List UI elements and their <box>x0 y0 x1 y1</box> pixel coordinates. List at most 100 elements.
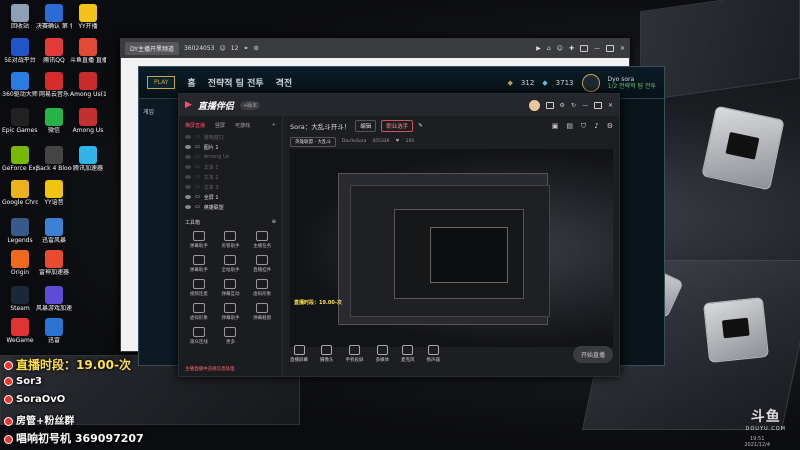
maximize-icon[interactable] <box>605 45 614 52</box>
desktop-icon[interactable]: Google Chrome <box>2 180 38 206</box>
desktop-icon[interactable]: 网易云音乐 <box>36 72 72 98</box>
browser-tab[interactable]: DY主播开黑频道 <box>125 42 179 55</box>
source-add-button[interactable]: 多媒体 <box>376 345 389 363</box>
source-add-button[interactable]: 扬声器 <box>427 345 440 363</box>
desktop-icon[interactable]: 迅雷风暴 <box>36 218 72 244</box>
desktop-icon[interactable]: GeForce Experience <box>2 146 38 172</box>
zb-footer-note[interactable]: 主播直播中违规信息处理 <box>185 366 235 372</box>
source-item[interactable]: ▭ 全屏 1 <box>179 192 282 202</box>
toolbox-item[interactable]: 视频连麦 <box>183 279 215 297</box>
desktop-icon[interactable]: 微信 <box>36 108 72 134</box>
source-item[interactable]: ▭ 文本 1 <box>179 162 282 172</box>
gear-icon[interactable]: ⚙ <box>560 102 565 109</box>
system-clock[interactable]: 19:51 2021/12/4 <box>744 436 770 448</box>
desktop-icon[interactable]: 雷神加速器 <box>36 250 72 276</box>
source-item[interactable]: ▭ 图片 1 <box>179 142 282 152</box>
toolbox-item[interactable]: 更多 <box>215 327 247 345</box>
desktop-icon[interactable]: 回收站 <box>2 4 38 30</box>
stream-preview[interactable]: 直播时段：19.00-次 <box>290 149 613 347</box>
minimize-icon[interactable]: — <box>582 102 588 109</box>
desktop-icon[interactable]: 决赛确认 第 色们要的等 <box>36 4 72 30</box>
toolbox-item[interactable]: 虚拟形象 <box>183 303 215 321</box>
play-icon[interactable]: ▶ <box>536 45 541 52</box>
avatar[interactable] <box>581 73 600 92</box>
pencil-icon[interactable]: ✎ <box>418 123 423 129</box>
minimize-icon[interactable]: — <box>594 45 600 52</box>
shield-icon[interactable]: ⛉ <box>581 122 586 131</box>
avatar[interactable] <box>528 99 540 111</box>
source-add-button[interactable]: 摄像头 <box>320 345 334 363</box>
eye-icon[interactable] <box>185 145 191 149</box>
source-item[interactable]: ▭ 英雄联盟 <box>179 202 282 212</box>
settings-icon[interactable]: ⚙ <box>607 122 613 131</box>
category-tag[interactable]: 英雄联盟 - 大乱斗 <box>290 136 336 147</box>
gift-icon[interactable]: ▣ <box>552 122 559 131</box>
source-item[interactable]: ▭ 文本 3 <box>179 182 282 192</box>
desktop-icon[interactable]: 腾讯加速器 <box>70 146 106 172</box>
desktop-icon[interactable]: Back 4 Blood Beta <box>36 146 72 172</box>
eye-icon[interactable] <box>185 175 191 179</box>
tab-landscape[interactable]: 横屏直播 <box>185 122 205 129</box>
toolbox-item[interactable]: 弹幕助手 <box>183 255 215 273</box>
source-add-button[interactable]: 手机投屏 <box>346 345 364 363</box>
gamepad-icon[interactable]: ✚ <box>569 45 574 52</box>
toolbox-item[interactable]: 全站助手 <box>215 255 247 273</box>
toolbox-item[interactable]: 观众连线 <box>183 327 215 345</box>
source-item[interactable]: ▭ 游戏窗口 <box>179 132 282 142</box>
tab-game[interactable]: 可游戏 <box>235 122 250 129</box>
eye-icon[interactable] <box>185 165 191 169</box>
refresh-icon[interactable]: ↻ <box>571 102 576 109</box>
lol-nav-collection[interactable]: 격전 <box>276 76 293 89</box>
desktop-icon[interactable]: 斗鱼直播 直播伴侣 <box>70 38 106 64</box>
desktop-icon[interactable]: Steam <box>2 286 38 312</box>
toolbox-item[interactable]: 主播任务 <box>246 231 278 249</box>
window-icon[interactable] <box>579 45 588 52</box>
eye-icon[interactable] <box>185 195 191 199</box>
toolbox-item[interactable]: 房管助手 <box>215 231 247 249</box>
eye-icon[interactable] <box>185 205 191 209</box>
desktop-icon[interactable]: Origin <box>2 250 38 276</box>
chevron-icon[interactable]: ⊕ <box>272 219 276 226</box>
link-icon[interactable]: ⚭ <box>243 45 248 52</box>
toolbox-item[interactable]: 虚拟形象 <box>246 279 278 297</box>
desktop-icon[interactable]: Among Us(1) <box>70 72 106 98</box>
live-companion-window[interactable]: ▶ 直播伴侣 +版本 ⚙ ↻ — ✕ 横屏直播 竖屏 可游戏 + ▭ 游戏窗口 ▭ 图… <box>178 93 620 377</box>
toolbox-item[interactable]: 弹幕互动 <box>215 279 247 297</box>
desktop-icon[interactable]: WeGame <box>2 318 38 344</box>
home-icon[interactable]: ⌂ <box>547 45 551 52</box>
gear-icon[interactable]: ⚙ <box>253 45 258 52</box>
source-add-button[interactable]: 直播屏幕 <box>290 345 308 363</box>
desktop-icon[interactable]: Epic Games Launcher <box>2 108 38 134</box>
toolbox-item[interactable]: 直播挂件 <box>246 255 278 273</box>
desktop-icon[interactable]: Among Us <box>70 108 106 134</box>
desktop-icon[interactable]: 腾讯QQ <box>36 38 72 64</box>
lol-nav-tft[interactable]: 전략적 팀 전투 <box>208 76 264 89</box>
eye-icon[interactable] <box>185 135 191 139</box>
close-icon[interactable]: ✕ <box>620 45 625 52</box>
maximize-icon[interactable] <box>593 101 602 109</box>
eye-icon[interactable] <box>185 155 191 159</box>
desktop-icon[interactable]: YY开播 <box>70 4 106 30</box>
toolbox-item[interactable]: 弹幕助手 <box>215 303 247 321</box>
toolbox-item[interactable]: 弹幕截图 <box>246 303 278 321</box>
desktop-icon[interactable]: 360驱动大师 <box>2 72 38 98</box>
toolbox-item[interactable]: 弹幕助手 <box>183 231 215 249</box>
start-live-button[interactable]: 开始直播 <box>572 345 613 363</box>
lol-play-button[interactable]: PLAY <box>147 76 176 89</box>
lol-nav-home[interactable]: 홈 <box>187 76 195 89</box>
desktop-icon[interactable]: Legends <box>2 218 38 244</box>
chart-icon[interactable]: ▤ <box>566 122 573 131</box>
source-item[interactable]: ▭ 文本 2 <box>179 172 282 182</box>
desktop-icon[interactable]: YY语音 <box>36 180 72 206</box>
person-icon[interactable]: ☺ <box>557 45 563 52</box>
eye-icon[interactable] <box>185 185 191 189</box>
source-add-button[interactable]: 麦克风 <box>401 345 415 363</box>
bell-icon[interactable]: ♪ <box>594 122 598 131</box>
desktop-icon[interactable]: 迅雷 <box>36 318 72 344</box>
window-icon[interactable] <box>545 101 554 109</box>
tab-portrait[interactable]: 竖屏 <box>215 122 225 129</box>
desktop-icon[interactable]: 5E对战平台 <box>2 38 38 64</box>
edit-button[interactable]: 编辑 <box>355 120 377 132</box>
close-icon[interactable]: ✕ <box>608 102 613 109</box>
zb-version[interactable]: +版本 <box>239 100 261 110</box>
